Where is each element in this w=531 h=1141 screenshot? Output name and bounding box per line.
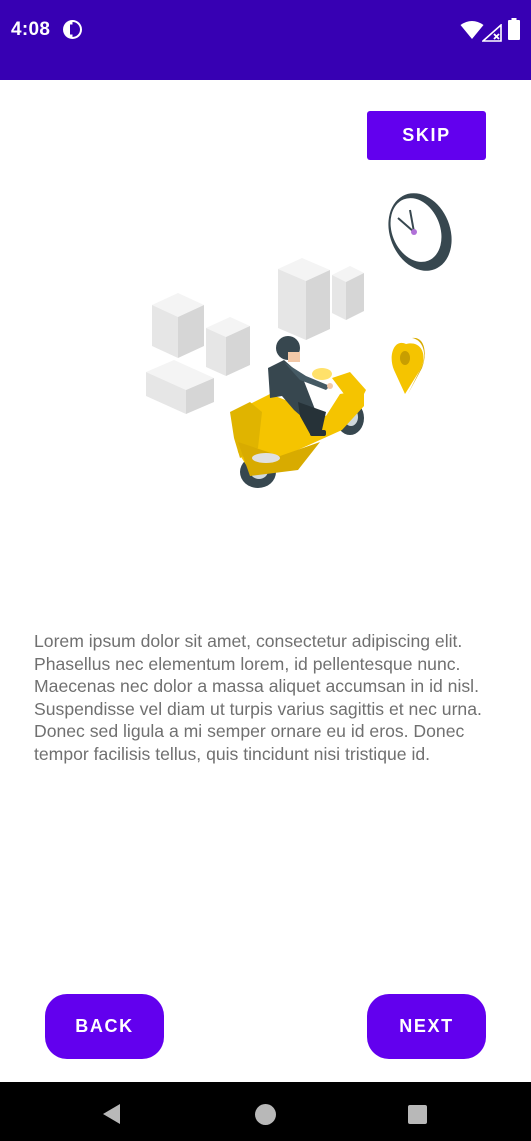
boxes-top [278, 258, 364, 340]
location-pin-icon [391, 337, 425, 394]
status-bar: 4:08 [0, 0, 531, 80]
clock-icon [388, 193, 452, 271]
battery-icon [508, 18, 520, 40]
status-time: 4:08 [11, 19, 51, 40]
delivery-scooter-illustration [146, 193, 452, 488]
skip-button[interactable]: SKIP [367, 111, 486, 160]
circle-home-icon[interactable] [255, 1104, 276, 1125]
data-saver-icon [63, 20, 82, 39]
boxes-left [146, 293, 250, 414]
square-recents-icon[interactable] [408, 1105, 427, 1124]
scooter-rider [230, 336, 366, 488]
back-button[interactable]: BACK [45, 994, 164, 1059]
triangle-back-icon[interactable] [101, 1103, 123, 1125]
wifi-icon [460, 21, 484, 39]
next-button[interactable]: NEXT [367, 994, 486, 1059]
onboarding-description: Lorem ipsum dolor sit amet, consectetur … [34, 631, 482, 764]
no-signal-icon [482, 24, 502, 42]
